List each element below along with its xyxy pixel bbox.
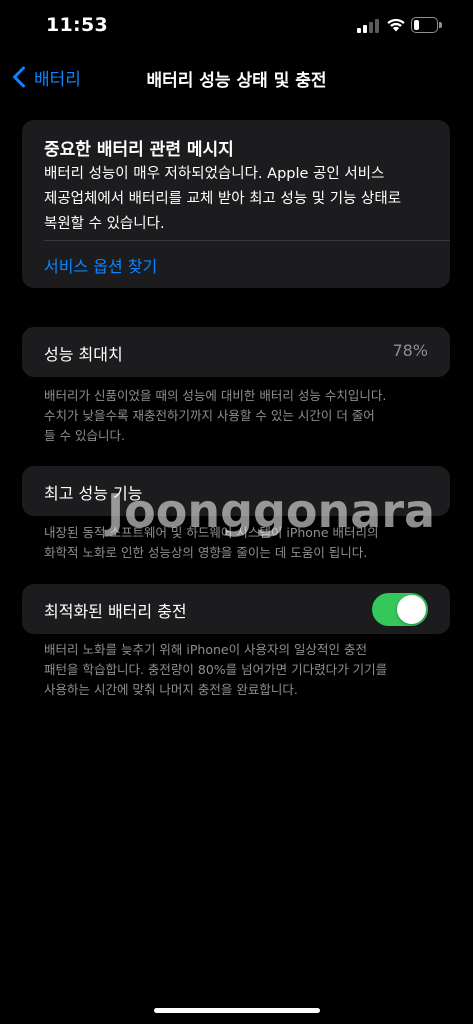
page-title: 배터리 성능 상태 및 충전 [146,71,327,91]
optimized-charging-label: 최적화된 배터리 충전 [44,602,187,621]
optimized-charging-row: 최적화된 배터리 충전 [22,584,450,634]
footnote-line: 수치가 낮을수록 재충전하기까지 사용할 수 있는 시간이 더 줄어 [44,408,375,423]
max-capacity-label: 성능 최대치 [44,345,123,364]
wifi-icon [387,18,405,32]
home-indicator[interactable] [154,1008,320,1013]
max-capacity-value: 78% [392,341,428,360]
cellular-signal-icon [357,19,379,33]
footnote-line: 화학적 노화로 인한 성능상의 영향을 줄이는 데 도움이 됩니다. [44,545,368,560]
status-bar: 11:53 [0,0,473,54]
max-capacity-footnote: 배터리가 신품이었을 때의 성능에 대비한 배터리 성능 수치입니다. 수치가 … [44,386,429,446]
battery-message-card: 중요한 배터리 관련 메시지 배터리 성능이 매우 저하되었습니다. Apple… [22,120,450,288]
message-line: 제공업체에서 배터리를 교체 받아 최고 성능 및 기능 상태로 [44,191,402,207]
message-body: 배터리 성능이 매우 저하되었습니다. Apple 공인 서비스 제공업체에서 … [44,162,439,237]
divider [44,240,450,241]
footnote-line: 사용하는 시간에 맞춰 나머지 충전을 완료합니다. [44,682,298,697]
peak-performance-row: 최고 성능 기능 [22,466,450,516]
footnote-line: 배터리가 신품이었을 때의 성능에 대비한 배터리 성능 수치입니다. [44,388,387,403]
optimized-charging-toggle[interactable] [372,593,428,626]
service-options-link[interactable]: 서비스 옵션 찾기 [44,253,157,277]
optimized-charging-footnote: 배터리 노화를 늦추기 위해 iPhone이 사용자의 일상적인 충전 패턴을 … [44,640,429,700]
peak-performance-label: 최고 성능 기능 [44,484,143,503]
message-title: 중요한 배터리 관련 메시지 [44,140,234,160]
message-line: 복원할 수 있습니다. [44,216,165,232]
toggle-knob [397,595,426,624]
footnote-line: 배터리 노화를 늦추기 위해 iPhone이 사용자의 일상적인 충전 [44,642,368,657]
navigation-bar: 배터리 배터리 성능 상태 및 충전 [0,54,473,98]
peak-performance-footnote: 내장된 동적 소프트웨어 및 하드웨어 시스템이 iPhone 배터리의 화학적… [44,523,429,563]
battery-icon [411,17,442,33]
max-capacity-row: 성능 최대치 78% [22,327,450,377]
footnote-line: 들 수 있습니다. [44,428,125,443]
status-time: 11:53 [46,14,108,36]
message-line: 배터리 성능이 매우 저하되었습니다. Apple 공인 서비스 [44,166,385,182]
footnote-line: 내장된 동적 소프트웨어 및 하드웨어 시스템이 iPhone 배터리의 [44,525,379,540]
battery-health-screen: 11:53 배터리 배터리 성능 상태 및 충전 중요한 배터리 관련 메시지 … [0,0,473,1024]
footnote-line: 패턴을 학습합니다. 충전량이 80%를 넘어가면 기다렸다가 기기를 [44,662,388,677]
